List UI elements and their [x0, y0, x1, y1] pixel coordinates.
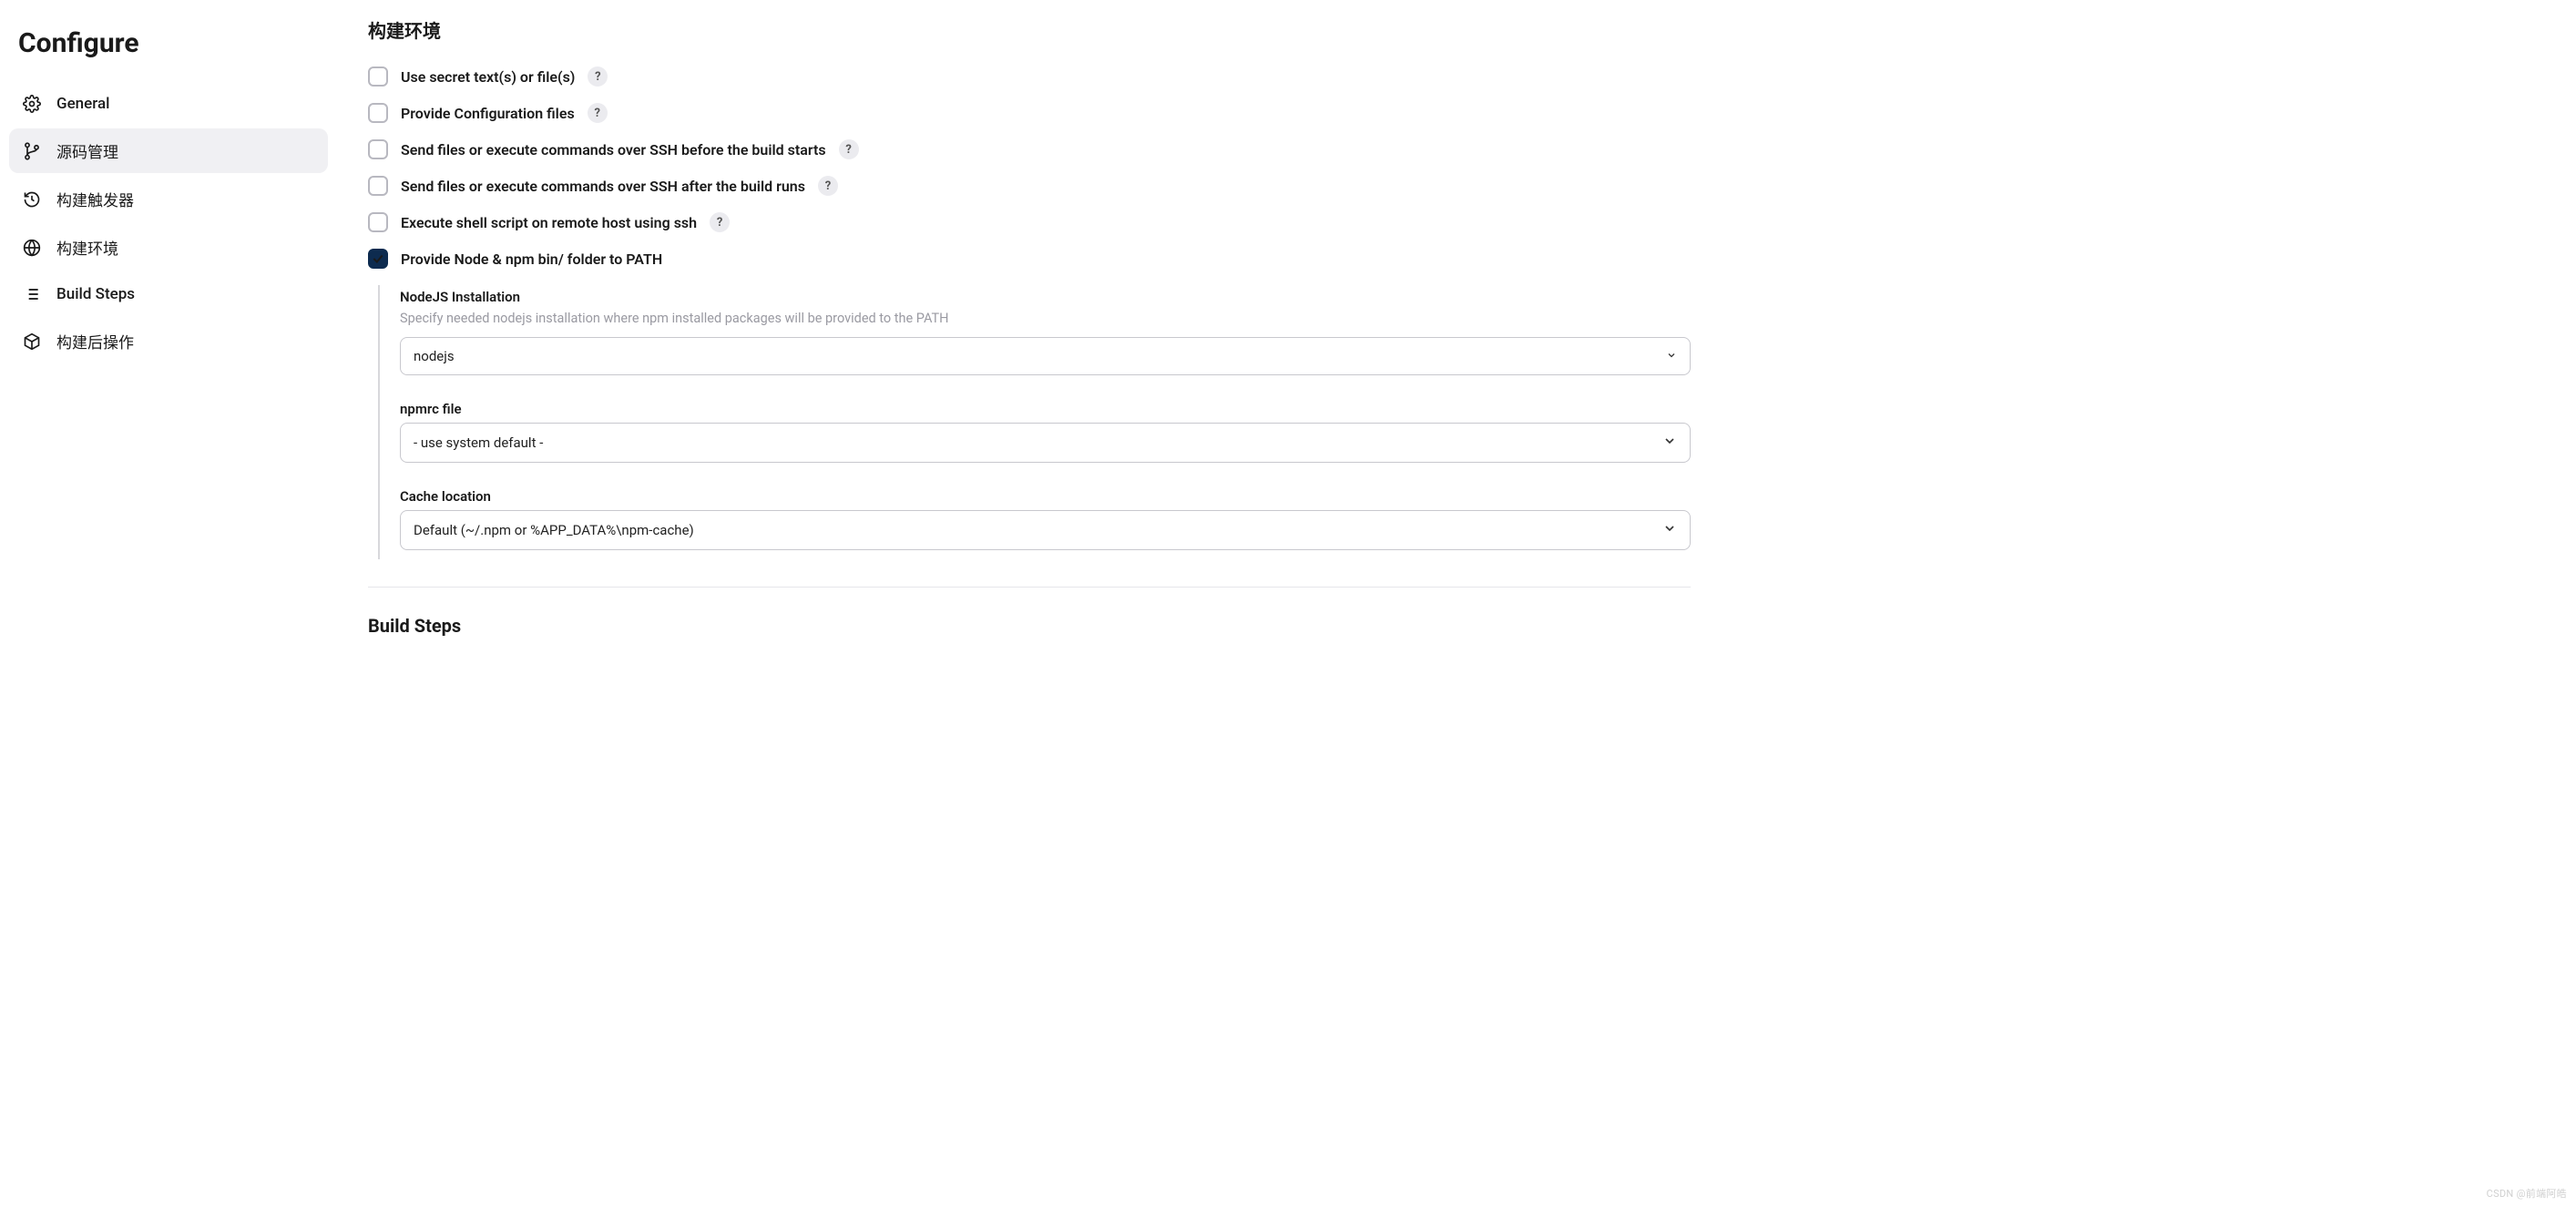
field-desc-nodejs-install: Specify needed nodejs installation where…	[400, 311, 1691, 326]
checkbox-secret-text[interactable]	[368, 66, 388, 87]
help-icon[interactable]: ?	[710, 212, 730, 232]
sidebar-item-label: General	[56, 95, 109, 113]
field-label-cache: Cache location	[400, 488, 1691, 505]
field-label-npmrc: npmrc file	[400, 401, 1691, 417]
list-icon	[22, 284, 42, 304]
option-label: Execute shell script on remote host usin…	[401, 214, 697, 231]
checkbox-ssh-after[interactable]	[368, 176, 388, 196]
chevron-down-icon	[1666, 348, 1677, 364]
checkbox-ssh-before[interactable]	[368, 139, 388, 159]
sidebar-item-scm[interactable]: 源码管理	[9, 128, 328, 173]
globe-icon	[22, 238, 42, 258]
select-cache[interactable]: Default (~/.npm or %APP_DATA%\npm-cache)	[400, 510, 1691, 550]
chevron-down-icon	[1662, 521, 1677, 539]
option-label: Send files or execute commands over SSH …	[401, 178, 805, 195]
option-label: Send files or execute commands over SSH …	[401, 141, 826, 158]
sidebar-item-label: 构建触发器	[56, 188, 134, 210]
section-divider	[368, 587, 1691, 588]
option-config-files: Provide Configuration files ?	[368, 103, 1691, 123]
help-icon[interactable]: ?	[818, 176, 838, 196]
option-ssh-before: Send files or execute commands over SSH …	[368, 139, 1691, 159]
section-title-build-steps: Build Steps	[368, 615, 1691, 637]
field-label-nodejs-install: NodeJS Installation	[400, 289, 1691, 305]
node-config-panel: NodeJS Installation Specify needed nodej…	[378, 285, 1691, 559]
sidebar-item-label: 源码管理	[56, 139, 118, 162]
sidebar-item-triggers[interactable]: 构建触发器	[9, 177, 328, 221]
help-icon[interactable]: ?	[588, 103, 608, 123]
gear-icon	[22, 94, 42, 114]
option-ssh-after: Send files or execute commands over SSH …	[368, 176, 1691, 196]
watermark: CSDN @前端阿皓	[2487, 1186, 2567, 1201]
main-content: 构建环境 Use secret text(s) or file(s) ? Pro…	[337, 0, 1722, 1206]
section-title-environment: 构建环境	[368, 16, 1691, 43]
select-value: nodejs	[414, 348, 455, 364]
sidebar-item-general[interactable]: General	[9, 83, 328, 125]
sidebar-item-build-steps[interactable]: Build Steps	[9, 273, 328, 315]
select-value: - use system default -	[414, 434, 543, 451]
sidebar: Configure General 源码管理 构建触发器 构建环境	[0, 0, 337, 1206]
sidebar-item-label: Build Steps	[56, 285, 135, 303]
select-value: Default (~/.npm or %APP_DATA%\npm-cache)	[414, 522, 694, 538]
package-icon	[22, 332, 42, 352]
option-label: Use secret text(s) or file(s)	[401, 68, 575, 86]
sidebar-item-label: 构建环境	[56, 236, 118, 259]
help-icon[interactable]: ?	[588, 66, 608, 87]
page-title: Configure	[9, 18, 328, 83]
chevron-down-icon	[1662, 434, 1677, 452]
checkbox-config-files[interactable]	[368, 103, 388, 123]
option-node-path: Provide Node & npm bin/ folder to PATH	[368, 249, 1691, 269]
option-ssh-shell: Execute shell script on remote host usin…	[368, 212, 1691, 232]
checkbox-ssh-shell[interactable]	[368, 212, 388, 232]
option-label: Provide Node & npm bin/ folder to PATH	[401, 250, 662, 268]
select-npmrc[interactable]: - use system default -	[400, 423, 1691, 463]
history-icon	[22, 189, 42, 210]
checkbox-node-path[interactable]	[368, 249, 388, 269]
sidebar-item-post-build[interactable]: 构建后操作	[9, 319, 328, 363]
git-branch-icon	[22, 141, 42, 161]
select-nodejs-install[interactable]: nodejs	[400, 337, 1691, 375]
help-icon[interactable]: ?	[839, 139, 859, 159]
sidebar-item-environment[interactable]: 构建环境	[9, 225, 328, 270]
option-secret-text: Use secret text(s) or file(s) ?	[368, 66, 1691, 87]
option-label: Provide Configuration files	[401, 105, 575, 122]
sidebar-item-label: 构建后操作	[56, 330, 134, 353]
